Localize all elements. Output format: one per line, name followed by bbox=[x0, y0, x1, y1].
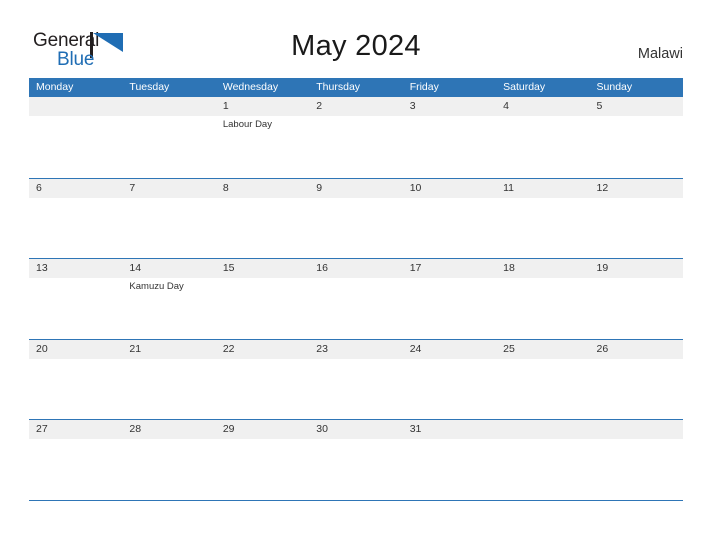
calendar-grid: Monday Tuesday Wednesday Thursday Friday… bbox=[29, 78, 683, 501]
day-number: 30 bbox=[316, 423, 328, 435]
week-cells: 6 7 8 9 10 11 12 bbox=[29, 179, 683, 259]
calendar-day-cell-empty bbox=[496, 420, 589, 500]
day-number: 5 bbox=[596, 100, 603, 112]
day-number: 22 bbox=[222, 342, 235, 355]
day-number: 19 bbox=[596, 262, 609, 274]
day-of-week-friday: Friday bbox=[409, 81, 439, 93]
holiday-label: Kamuzu Day bbox=[129, 281, 184, 292]
calendar-day-cell[interactable]: 30 bbox=[309, 420, 402, 500]
day-of-week-tuesday: Tuesday bbox=[129, 81, 170, 93]
calendar-day-cell[interactable]: 22 bbox=[216, 340, 309, 420]
calendar-day-cell[interactable]: 4 bbox=[496, 97, 589, 178]
day-number: 7 bbox=[129, 181, 136, 194]
day-number: 15 bbox=[222, 262, 235, 274]
day-number: 11 bbox=[503, 181, 515, 194]
day-number: 13 bbox=[36, 262, 48, 274]
day-number: 27 bbox=[36, 423, 48, 435]
page-header: General Blue May 2024 Malawi bbox=[0, 0, 712, 78]
calendar-day-cell[interactable]: 5 bbox=[590, 97, 683, 178]
day-number: 14 bbox=[129, 262, 142, 274]
day-of-week-saturday: Saturday bbox=[503, 81, 546, 93]
day-number: 4 bbox=[503, 100, 509, 112]
day-number: 24 bbox=[409, 342, 422, 355]
week-cells: 1 Labour Day 2 3 4 5 bbox=[29, 97, 683, 178]
calendar-week-row: 20 21 22 23 24 25 26 bbox=[29, 338, 683, 420]
day-number: 31 bbox=[409, 423, 422, 435]
day-of-week-sunday: Sunday bbox=[596, 81, 633, 93]
calendar-day-cell[interactable]: 27 bbox=[29, 420, 122, 500]
day-number: 18 bbox=[503, 262, 515, 274]
day-number: 29 bbox=[222, 423, 235, 435]
day-number: 21 bbox=[129, 342, 142, 355]
calendar-day-cell[interactable]: 15 bbox=[216, 259, 309, 339]
calendar-day-cell[interactable]: 17 bbox=[403, 259, 496, 339]
day-number: 17 bbox=[409, 262, 422, 274]
day-number: 26 bbox=[596, 342, 609, 355]
calendar-week-row: 13 14 Kamuzu Day 15 16 17 18 19 bbox=[29, 258, 683, 339]
week-cells: 20 21 22 23 24 25 26 bbox=[29, 340, 683, 420]
day-number: 6 bbox=[36, 181, 42, 194]
calendar-day-cell-empty bbox=[29, 97, 122, 178]
day-number: 20 bbox=[36, 342, 48, 355]
calendar-bottom-rule bbox=[29, 499, 683, 501]
calendar-day-cell[interactable]: 31 bbox=[403, 420, 496, 500]
calendar-day-cell-empty bbox=[122, 97, 215, 178]
calendar-day-cell[interactable]: 21 bbox=[122, 340, 215, 420]
calendar-day-cell[interactable]: 19 bbox=[590, 259, 683, 339]
day-of-week-header-row: Monday Tuesday Wednesday Thursday Friday… bbox=[29, 78, 683, 97]
calendar-day-cell[interactable]: 7 bbox=[122, 179, 215, 259]
calendar-page: General Blue May 2024 Malawi Monday Tues… bbox=[0, 0, 712, 550]
day-of-week-monday: Monday bbox=[36, 81, 74, 93]
calendar-day-cell[interactable]: 14 Kamuzu Day bbox=[122, 259, 215, 339]
calendar-day-cell[interactable]: 26 bbox=[590, 340, 683, 420]
calendar-day-cell[interactable]: 8 bbox=[216, 179, 309, 259]
calendar-day-cell[interactable]: 12 bbox=[590, 179, 683, 259]
calendar-day-cell[interactable]: 2 bbox=[309, 97, 402, 178]
holiday-label: Labour Day bbox=[222, 119, 272, 130]
day-of-week-wednesday: Wednesday bbox=[222, 81, 279, 93]
calendar-day-cell-empty bbox=[590, 420, 683, 500]
calendar-day-cell[interactable]: 25 bbox=[496, 340, 589, 420]
day-number: 23 bbox=[316, 342, 328, 355]
calendar-day-cell[interactable]: 24 bbox=[403, 340, 496, 420]
day-of-week-thursday: Thursday bbox=[316, 81, 361, 93]
day-number: 28 bbox=[129, 423, 142, 435]
calendar-day-cell[interactable]: 23 bbox=[309, 340, 402, 420]
day-number: 25 bbox=[503, 342, 515, 355]
calendar-week-row: 6 7 8 9 10 11 12 bbox=[29, 177, 683, 259]
calendar-weeks: 1 Labour Day 2 3 4 5 6 7 8 9 10 11 12 13 14 Kamuzu Day 1… bbox=[29, 97, 683, 500]
calendar-week-row: 1 Labour Day 2 3 4 5 bbox=[29, 97, 683, 178]
day-number: 2 bbox=[316, 100, 323, 112]
day-number: 9 bbox=[316, 181, 323, 194]
calendar-day-cell[interactable]: 11 bbox=[496, 179, 589, 259]
calendar-day-cell[interactable]: 18 bbox=[496, 259, 589, 339]
calendar-day-cell[interactable]: 20 bbox=[29, 340, 122, 420]
calendar-day-cell[interactable]: 9 bbox=[309, 179, 402, 259]
page-title: May 2024 bbox=[291, 30, 421, 62]
calendar-week-row: 27 28 29 30 31 bbox=[29, 419, 683, 500]
day-number: 3 bbox=[409, 100, 416, 112]
calendar-day-cell[interactable]: 3 bbox=[403, 97, 496, 178]
calendar-day-cell[interactable]: 16 bbox=[309, 259, 402, 339]
country-label: Malawi bbox=[637, 46, 683, 62]
calendar-day-cell[interactable]: 28 bbox=[122, 420, 215, 500]
calendar-day-cell[interactable]: 10 bbox=[403, 179, 496, 259]
day-number: 1 bbox=[222, 100, 229, 112]
day-number: 8 bbox=[222, 181, 229, 194]
calendar-day-cell[interactable]: 29 bbox=[216, 420, 309, 500]
week-cells: 13 14 Kamuzu Day 15 16 17 18 19 bbox=[29, 259, 683, 339]
day-number: 12 bbox=[596, 181, 609, 194]
calendar-day-cell[interactable]: 1 Labour Day bbox=[216, 97, 309, 178]
calendar-day-cell[interactable]: 13 bbox=[29, 259, 122, 339]
day-number: 10 bbox=[409, 181, 422, 194]
week-cells: 27 28 29 30 31 bbox=[29, 420, 683, 500]
calendar-day-cell[interactable]: 6 bbox=[29, 179, 122, 259]
day-number: 16 bbox=[316, 262, 328, 274]
